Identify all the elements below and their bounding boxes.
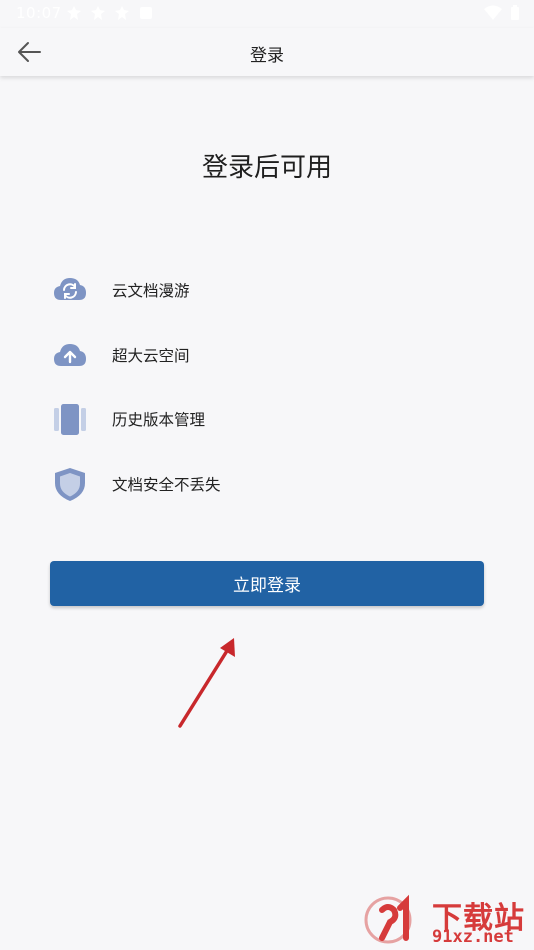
cloud-sync-icon bbox=[52, 272, 88, 308]
feature-list: 云文档漫游 超大云空间 历史版本管理 文档安全不丢失 bbox=[52, 258, 472, 516]
notification-app-icon bbox=[115, 6, 129, 20]
notification-app-icon bbox=[91, 6, 105, 20]
page-title: 登录 bbox=[250, 46, 284, 66]
feature-label: 历史版本管理 bbox=[112, 411, 206, 430]
headline: 登录后可用 bbox=[201, 153, 332, 183]
feature-label: 文档安全不丢失 bbox=[112, 475, 221, 494]
login-button[interactable]: 立即登录 bbox=[50, 561, 484, 606]
system-icons bbox=[484, 5, 520, 21]
version-history-icon bbox=[52, 401, 88, 437]
feature-label: 云文档漫游 bbox=[112, 282, 190, 301]
status-bar: 10:07 bbox=[0, 0, 534, 28]
notification-app-icon bbox=[67, 6, 81, 20]
watermark-url: 91xz.net bbox=[432, 927, 514, 947]
feature-item-cloud-roaming: 云文档漫游 bbox=[52, 258, 472, 323]
wifi-icon bbox=[484, 5, 502, 20]
feature-item-document-security: 文档安全不丢失 bbox=[52, 452, 472, 517]
feature-item-cloud-space: 超大云空间 bbox=[52, 323, 472, 388]
feature-item-version-history: 历史版本管理 bbox=[52, 387, 472, 452]
feature-label: 超大云空间 bbox=[112, 346, 190, 365]
shield-icon bbox=[52, 466, 88, 502]
app-bar: 登录 bbox=[0, 28, 534, 76]
notification-icons bbox=[66, 5, 154, 21]
status-time: 10:07 bbox=[16, 4, 62, 22]
annotation-arrow bbox=[178, 638, 235, 728]
battery-icon bbox=[511, 5, 519, 20]
notification-app-icon bbox=[140, 7, 152, 19]
cloud-upload-icon bbox=[52, 337, 88, 373]
